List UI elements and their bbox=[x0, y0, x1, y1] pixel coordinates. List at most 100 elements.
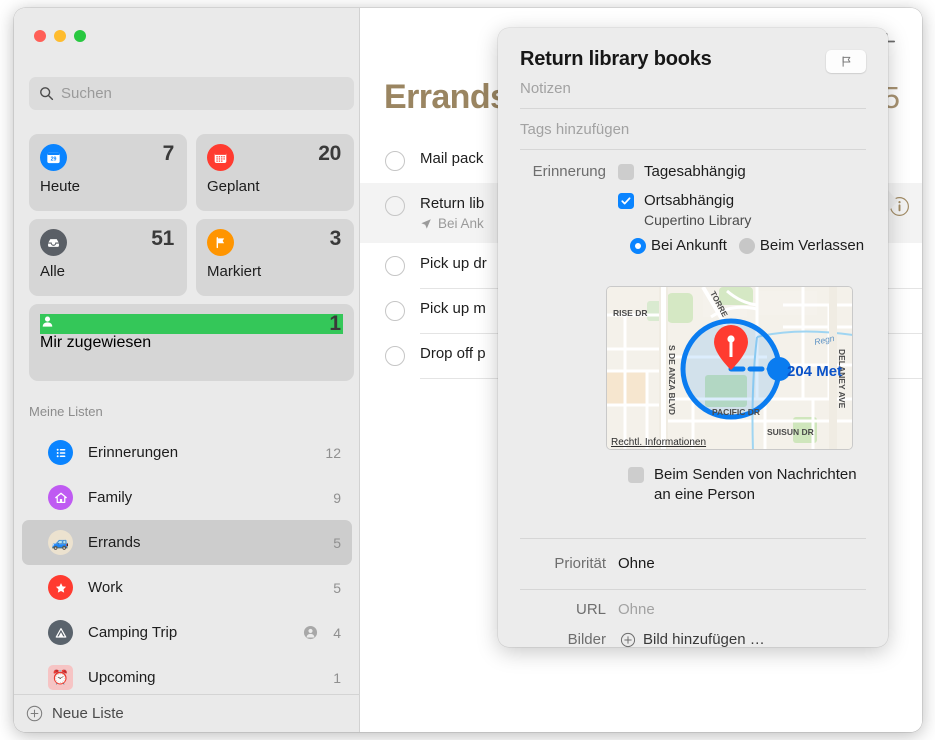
reminder-field-label: Erinnerung bbox=[532, 163, 606, 180]
location-dependent-label: Ortsabhängig bbox=[644, 192, 735, 209]
reminder-detail-popover: Return library books Notizen Tags hinzuf… bbox=[498, 28, 888, 648]
page-title: Errands bbox=[384, 78, 509, 116]
plus-circle-icon bbox=[26, 705, 43, 722]
complete-checkbox[interactable] bbox=[385, 196, 405, 216]
sidebar-item-family[interactable]: Family 9 bbox=[22, 475, 352, 520]
sidebar-item-label: Upcoming bbox=[88, 669, 156, 686]
sidebar-item-label: Errands bbox=[88, 534, 141, 551]
smart-card-count: 7 bbox=[162, 142, 175, 165]
smart-card-label: Markiert bbox=[207, 263, 262, 280]
sidebar-item-count: 1 bbox=[333, 669, 341, 686]
svg-text:29: 29 bbox=[51, 157, 57, 163]
sidebar-item-label: Family bbox=[88, 489, 133, 506]
smart-card-geplant[interactable]: 20 Geplant bbox=[196, 134, 354, 211]
complete-checkbox[interactable] bbox=[385, 301, 405, 321]
zoom-button[interactable] bbox=[74, 30, 86, 42]
date-dependent-checkbox[interactable] bbox=[618, 163, 634, 180]
smart-card-markiert[interactable]: 3 Markiert bbox=[196, 219, 354, 296]
new-list-button[interactable]: Neue Liste bbox=[14, 694, 360, 732]
popover-header: Return library books bbox=[520, 28, 866, 73]
radio-bei-ankunft[interactable] bbox=[630, 237, 646, 254]
sidebar-item-camping-trip[interactable]: Camping Trip 4 bbox=[22, 610, 352, 655]
shared-person-icon bbox=[303, 625, 318, 640]
close-button[interactable] bbox=[34, 30, 46, 42]
reminder-title: Pick up dr bbox=[420, 255, 487, 272]
images-row[interactable]: Bilder Bild hinzufügen … bbox=[520, 631, 866, 648]
smart-card-count: 1 bbox=[329, 312, 341, 335]
reminder-title: Mail pack bbox=[420, 150, 484, 167]
list-collection: Erinnerungen 12 Family 9 🚙 Errands 5 Wor… bbox=[22, 430, 352, 700]
inbox-tray-icon bbox=[40, 229, 67, 256]
add-image-label[interactable]: Bild hinzufügen … bbox=[643, 631, 765, 648]
map-canvas: RISE DR S DE ANZA BLVD TORRE PACIFIC DR … bbox=[607, 287, 852, 449]
svg-text:SUISUN DR: SUISUN DR bbox=[767, 427, 814, 437]
smart-card-count: 3 bbox=[329, 227, 342, 250]
svg-text:RISE DR: RISE DR bbox=[613, 308, 647, 318]
sidebar-item-label: Erinnerungen bbox=[88, 444, 179, 461]
search-input[interactable]: Suchen bbox=[29, 77, 354, 110]
smart-card-label: Geplant bbox=[207, 178, 260, 195]
map-legal-link[interactable]: Rechtl. Informationen bbox=[611, 437, 706, 448]
pickup-truck-emoji: 🚙 bbox=[51, 534, 70, 550]
smart-card-mir-zugewiesen[interactable]: 1 Mir zugewiesen bbox=[29, 304, 354, 381]
priority-row[interactable]: Priorität Ohne bbox=[520, 555, 866, 572]
smart-card-label: Heute bbox=[40, 178, 81, 195]
message-reminder-row[interactable]: Beim Senden von Nachrichten an eine Pers… bbox=[628, 465, 876, 504]
sidebar-item-count: 4 bbox=[333, 624, 341, 641]
message-dependent-label: Beim Senden von Nachrichten an eine Pers… bbox=[654, 466, 857, 503]
sidebar-item-errands[interactable]: 🚙 Errands 5 bbox=[22, 520, 352, 565]
traffic-light-controls bbox=[34, 30, 86, 42]
smart-card-alle[interactable]: 51 Alle bbox=[29, 219, 187, 296]
notes-field[interactable]: Notizen bbox=[520, 73, 866, 109]
tags-field[interactable]: Tags hinzufügen bbox=[520, 109, 866, 150]
sidebar-item-count: 5 bbox=[333, 534, 341, 551]
reminder-title: Drop off p bbox=[420, 345, 486, 362]
priority-value[interactable]: Ohne bbox=[618, 555, 655, 572]
smart-card-grid: 29 7 Heute 20 Geplant 51 Alle 3 Markiert bbox=[29, 134, 354, 296]
pickup-truck-icon: 🚙 bbox=[48, 530, 73, 555]
checkmark-icon bbox=[621, 196, 631, 204]
alarm-clock-icon: ⏰ bbox=[48, 665, 73, 690]
reminder-title: Return lib bbox=[420, 195, 485, 212]
smart-card-count: 20 bbox=[318, 142, 341, 165]
svg-text:S DE ANZA BLVD: S DE ANZA BLVD bbox=[667, 345, 677, 415]
location-value[interactable]: Cupertino Library bbox=[644, 212, 866, 228]
sidebar-item-count: 12 bbox=[325, 444, 341, 461]
smart-card-count: 51 bbox=[151, 227, 174, 250]
location-reminder-row[interactable]: Ortsabhängig bbox=[520, 192, 866, 209]
reminder-subtitle: Bei Ank bbox=[438, 216, 484, 231]
person-icon bbox=[40, 314, 343, 334]
reminder-subtitle-row: Bei Ank bbox=[420, 216, 484, 231]
star-icon bbox=[48, 575, 73, 600]
message-dependent-checkbox[interactable] bbox=[628, 467, 644, 483]
date-reminder-row[interactable]: Erinnerung Tagesabhängig bbox=[520, 163, 866, 180]
location-map[interactable]: RISE DR S DE ANZA BLVD TORRE PACIFIC DR … bbox=[606, 286, 853, 450]
section-header-meine-listen: Meine Listen bbox=[29, 404, 103, 419]
sidebar-item-erinnerungen[interactable]: Erinnerungen 12 bbox=[22, 430, 352, 475]
tags-placeholder: Tags hinzufügen bbox=[520, 121, 630, 138]
url-row[interactable]: URL Ohne bbox=[520, 601, 866, 618]
complete-checkbox[interactable] bbox=[385, 256, 405, 276]
smart-card-heute[interactable]: 29 7 Heute bbox=[29, 134, 187, 211]
calendar-icon bbox=[207, 144, 234, 171]
radio-beim-verlassen[interactable] bbox=[738, 237, 755, 254]
flag-button[interactable] bbox=[826, 50, 866, 73]
smart-card-label: Alle bbox=[40, 263, 66, 280]
url-label: URL bbox=[575, 601, 606, 618]
reminder-title: Pick up m bbox=[420, 300, 486, 317]
calendar-day-icon: 29 bbox=[40, 144, 67, 171]
complete-checkbox[interactable] bbox=[385, 151, 405, 171]
radio-beim-verlassen-label: Beim Verlassen bbox=[759, 237, 865, 254]
sidebar-item-work[interactable]: Work 5 bbox=[22, 565, 352, 610]
url-value[interactable]: Ohne bbox=[618, 601, 655, 618]
tent-icon bbox=[48, 620, 73, 645]
images-label: Bilder bbox=[567, 631, 606, 648]
location-arrow-icon bbox=[420, 218, 432, 230]
minimize-button[interactable] bbox=[54, 30, 66, 42]
plus-circle-icon bbox=[620, 632, 636, 648]
arrival-departure-radio-group: Bei Ankunft Beim Verlassen bbox=[630, 237, 866, 254]
location-dependent-checkbox[interactable] bbox=[618, 192, 634, 209]
popover-title: Return library books bbox=[520, 48, 712, 70]
complete-checkbox[interactable] bbox=[385, 346, 405, 366]
alarm-clock-emoji: ⏰ bbox=[51, 669, 70, 685]
